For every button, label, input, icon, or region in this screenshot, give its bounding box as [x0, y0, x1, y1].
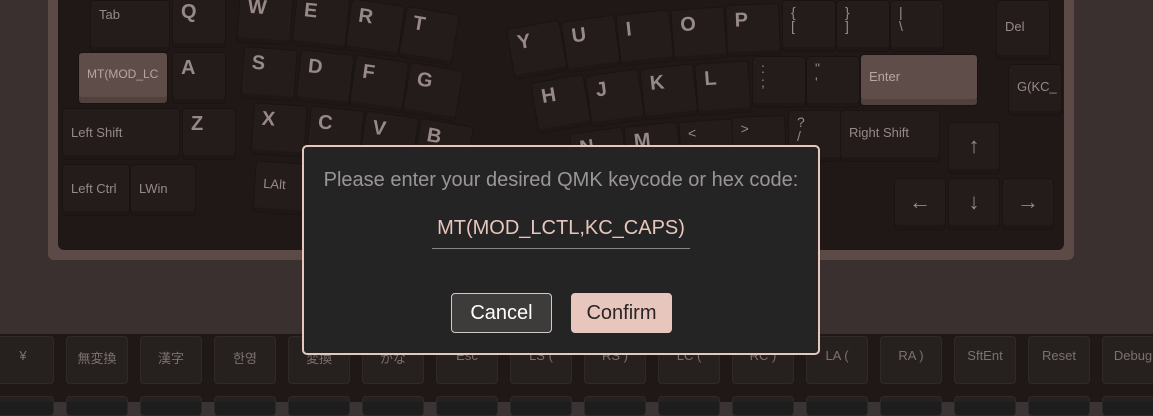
key-left-bracket[interactable]: { [	[782, 0, 836, 52]
key-y[interactable]: Y	[505, 19, 569, 81]
key-q[interactable]: Q	[172, 0, 226, 48]
palette-row2-key[interactable]	[140, 396, 202, 416]
key-backslash-base: \	[899, 18, 903, 34]
key-left-bracket-shift: {	[791, 4, 796, 20]
key-o[interactable]: O	[670, 6, 728, 62]
key-semicolon-base: ;	[761, 74, 765, 90]
key-l[interactable]: L	[694, 60, 752, 116]
palette-row2-key[interactable]	[658, 396, 720, 416]
key-right-bracket-base: ]	[845, 18, 849, 34]
cancel-button[interactable]: Cancel	[451, 293, 552, 333]
key-quote[interactable]: " '	[806, 56, 860, 108]
key-semicolon-shift: :	[761, 60, 765, 76]
key-f[interactable]: F	[348, 54, 410, 114]
key-d[interactable]: D	[295, 49, 355, 107]
palette-key-hanyeong[interactable]: 한영	[214, 336, 276, 384]
key-right-shift[interactable]: Right Shift	[840, 110, 940, 162]
palette-row2-key[interactable]	[214, 396, 276, 416]
key-mt-mod-lctl[interactable]: MT(MOD_LC	[78, 52, 168, 104]
key-quote-base: '	[815, 74, 818, 90]
palette-row2-key[interactable]	[362, 396, 424, 416]
key-arrow-down[interactable]: ↓	[948, 178, 1000, 230]
palette-key-debug[interactable]: Debug	[1102, 336, 1153, 384]
key-j[interactable]: J	[584, 68, 646, 128]
key-tab[interactable]: Tab	[90, 0, 170, 52]
key-left-bracket-base: [	[791, 18, 795, 34]
key-g-kc[interactable]: G(KC_	[1008, 64, 1062, 116]
key-e[interactable]: E	[291, 0, 351, 51]
palette-row2-key[interactable]	[0, 396, 54, 416]
confirm-button[interactable]: Confirm	[571, 293, 672, 333]
key-right-bracket-shift: }	[845, 4, 850, 20]
palette-row2-key[interactable]	[436, 396, 498, 416]
palette-key-muhenkan[interactable]: 無変換	[66, 336, 128, 384]
palette-row2-key[interactable]	[806, 396, 868, 416]
key-k[interactable]: K	[639, 63, 699, 121]
key-z[interactable]: Z	[182, 108, 236, 160]
palette-row2-key[interactable]	[510, 396, 572, 416]
palette-key-reset[interactable]: Reset	[1028, 336, 1090, 384]
palette-row2-key[interactable]	[732, 396, 794, 416]
palette-row2-key[interactable]	[954, 396, 1016, 416]
key-quote-shift: "	[815, 60, 820, 76]
key-del[interactable]: Del	[996, 0, 1050, 60]
palette-row2-key[interactable]	[584, 396, 646, 416]
key-g[interactable]: G	[401, 61, 465, 123]
key-left-ctrl[interactable]: Left Ctrl	[62, 164, 130, 216]
dialog-title: Please enter your desired QMK keycode or…	[323, 169, 799, 191]
key-slash-shift: ?	[797, 114, 805, 130]
key-semicolon[interactable]: : ;	[752, 56, 806, 108]
palette-row2-key[interactable]	[1102, 396, 1153, 416]
key-t[interactable]: T	[397, 5, 461, 67]
palette-key-yen[interactable]: ¥	[0, 336, 54, 384]
palette-key-ra[interactable]: RA )	[880, 336, 942, 384]
keycode-dialog: Please enter your desired QMK keycode or…	[302, 145, 820, 355]
palette-row2-key[interactable]	[66, 396, 128, 416]
keycode-input[interactable]	[432, 209, 690, 249]
key-lwin[interactable]: LWin	[130, 164, 196, 216]
key-arrow-left[interactable]: ←	[894, 178, 946, 230]
key-arrow-up[interactable]: ↑	[948, 122, 1000, 174]
key-arrow-right[interactable]: →	[1002, 178, 1054, 230]
key-backslash-shift: |	[899, 4, 903, 20]
palette-key-kanji[interactable]: 漢字	[140, 336, 202, 384]
palette-row2-key[interactable]	[288, 396, 350, 416]
key-s[interactable]: S	[240, 46, 298, 102]
key-x[interactable]: X	[250, 102, 308, 158]
palette-row2-key[interactable]	[1028, 396, 1090, 416]
key-right-bracket[interactable]: } ]	[836, 0, 890, 52]
palette-key-sftent[interactable]: SftEnt	[954, 336, 1016, 384]
key-r[interactable]: R	[344, 0, 406, 58]
key-a[interactable]: A	[172, 52, 226, 104]
key-p[interactable]: P	[725, 3, 781, 57]
key-u[interactable]: U	[560, 14, 622, 74]
key-left-shift[interactable]: Left Shift	[62, 108, 180, 160]
key-h[interactable]: H	[529, 73, 593, 135]
key-backslash[interactable]: | \	[890, 0, 944, 52]
key-i[interactable]: I	[615, 9, 675, 67]
key-slash-base: /	[797, 128, 801, 144]
key-w[interactable]: W	[236, 0, 294, 46]
key-enter[interactable]: Enter	[860, 54, 978, 106]
palette-row2-key[interactable]	[880, 396, 942, 416]
